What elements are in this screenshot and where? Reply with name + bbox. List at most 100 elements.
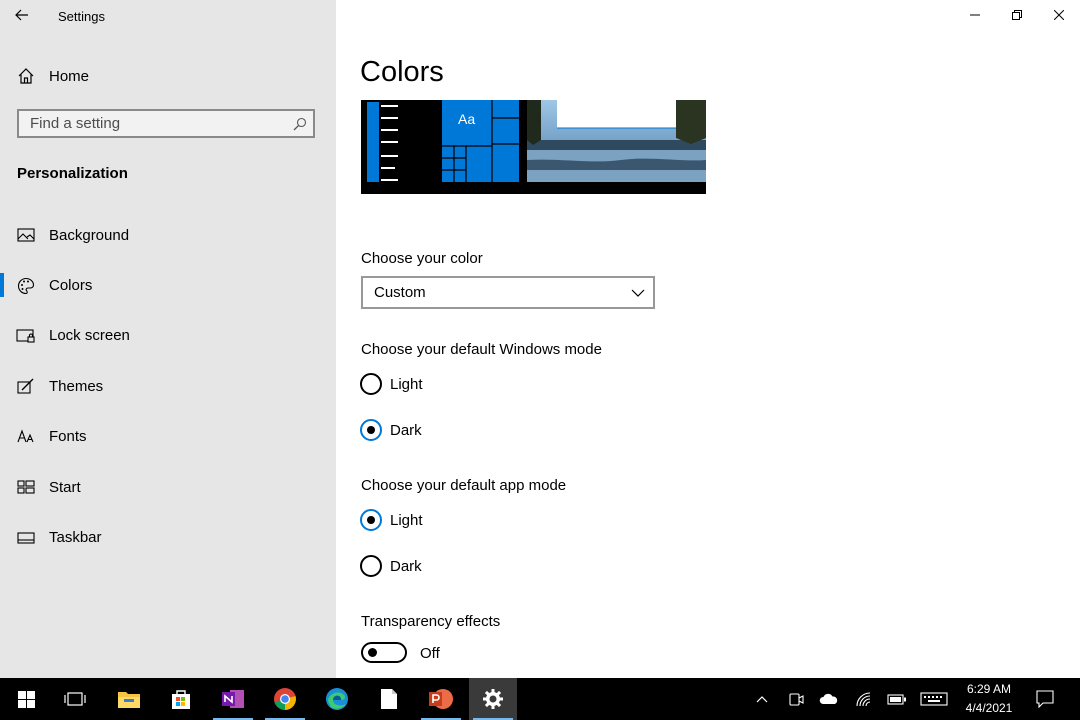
store-icon [172,690,190,709]
file-explorer-button[interactable] [105,678,153,720]
restore-icon [1012,10,1022,20]
home-label: Home [49,67,90,85]
action-center-button[interactable] [1030,678,1060,720]
onenote-icon [222,690,244,708]
radio-label: Dark [390,421,422,439]
back-arrow-icon [15,9,28,21]
page-title: Colors [360,56,444,88]
chrome-icon [274,688,296,710]
palette-icon [16,276,36,296]
onedrive-cloud-icon [819,693,838,704]
app-mode-label: Choose your default app mode [361,477,567,494]
sidebar-item-label: Fonts [49,428,87,446]
chrome-button[interactable] [261,678,309,720]
powerpoint-icon [429,689,453,709]
app-mode-light-radio[interactable]: Light [360,508,423,532]
section-title: Personalization [17,165,128,182]
lock-screen-icon [16,326,36,346]
start-icon [17,690,35,708]
search-icon[interactable] [293,117,307,131]
touch-keyboard-button[interactable] [918,678,950,720]
sidebar-item-fonts[interactable]: Fonts [0,412,336,462]
keyboard-icon [920,692,948,706]
sidebar-item-home[interactable]: Home [0,58,336,94]
sidebar-item-colors[interactable]: Colors [0,260,336,310]
back-button[interactable] [10,4,34,26]
start-button[interactable] [2,678,50,720]
powerpoint-button[interactable] [417,678,465,720]
transparency-toggle[interactable] [361,642,407,663]
radio-circle [360,419,382,441]
search-box[interactable] [17,109,315,138]
restore-button[interactable] [996,0,1038,30]
search-input[interactable] [19,111,290,136]
radio-label: Dark [390,557,422,575]
sidebar: Settings Home Personalization Background [0,0,336,678]
chevron-up-icon [756,696,768,703]
radio-label: Light [390,511,423,529]
color-preview-image: Aa [361,100,706,194]
home-icon [16,66,36,86]
taskbar: 6:29 AM 4/4/2021 [0,678,1080,720]
minimize-icon [970,14,980,16]
radio-circle [360,509,382,531]
task-view-icon [64,692,86,706]
sidebar-item-label: Start [49,478,81,496]
task-view-button[interactable] [51,678,99,720]
meet-now-button[interactable] [784,678,808,720]
minimize-button[interactable] [954,0,996,30]
toggle-knob [368,648,377,657]
choose-color-label: Choose your color [361,250,483,267]
sidebar-item-label: Background [49,226,130,244]
close-button[interactable] [1038,0,1080,30]
file-icon [381,689,397,709]
store-button[interactable] [157,678,205,720]
edge-icon [326,688,348,710]
windows-mode-light-radio[interactable]: Light [360,372,423,396]
edge-button[interactable] [313,678,361,720]
battery-button[interactable] [884,678,910,720]
sidebar-item-label: Lock screen [49,327,130,345]
preview-tile-text: Aa [458,111,476,127]
choose-color-dropdown[interactable]: Custom [361,276,655,309]
wifi-icon [856,692,871,707]
brush-icon [16,376,36,396]
transparency-label: Transparency effects [361,613,501,630]
sidebar-item-taskbar[interactable]: Taskbar [0,512,336,562]
radio-circle [360,373,382,395]
window-controls [954,0,1080,30]
clock-time: 6:29 AM [966,682,1012,696]
sidebar-item-lock-screen[interactable]: Lock screen [0,311,336,361]
taskbar-icon [16,528,36,548]
settings-button[interactable] [469,678,517,720]
notification-icon [1036,690,1054,708]
network-button[interactable] [852,678,876,720]
clock-date: 4/4/2021 [965,701,1013,715]
font-icon [16,427,36,447]
battery-icon [887,693,906,705]
sidebar-item-background[interactable]: Background [0,210,336,260]
onenote-button[interactable] [209,678,257,720]
picture-icon [16,225,36,245]
app-title: Settings [58,9,105,24]
radio-label: Light [390,375,423,393]
file-explorer-icon [118,692,140,708]
sidebar-item-label: Colors [49,277,93,295]
sidebar-item-label: Taskbar [49,529,102,547]
sidebar-item-start[interactable]: Start [0,462,336,512]
file-button[interactable] [365,678,413,720]
clock[interactable]: 6:29 AM 4/4/2021 [958,678,1020,720]
close-icon [1054,10,1064,20]
show-hidden-icons-button[interactable] [750,678,774,720]
onedrive-button[interactable] [816,678,842,720]
windows-mode-dark-radio[interactable]: Dark [360,418,422,442]
windows-mode-label: Choose your default Windows mode [361,341,602,358]
choose-color-value: Custom [374,284,426,301]
settings-gear-icon [483,689,503,709]
app-mode-dark-radio[interactable]: Dark [360,554,422,578]
radio-circle [360,555,382,577]
chevron-down-icon [631,289,645,297]
transparency-state: Off [420,645,440,662]
sidebar-item-themes[interactable]: Themes [0,361,336,411]
sidebar-item-label: Themes [49,377,104,395]
